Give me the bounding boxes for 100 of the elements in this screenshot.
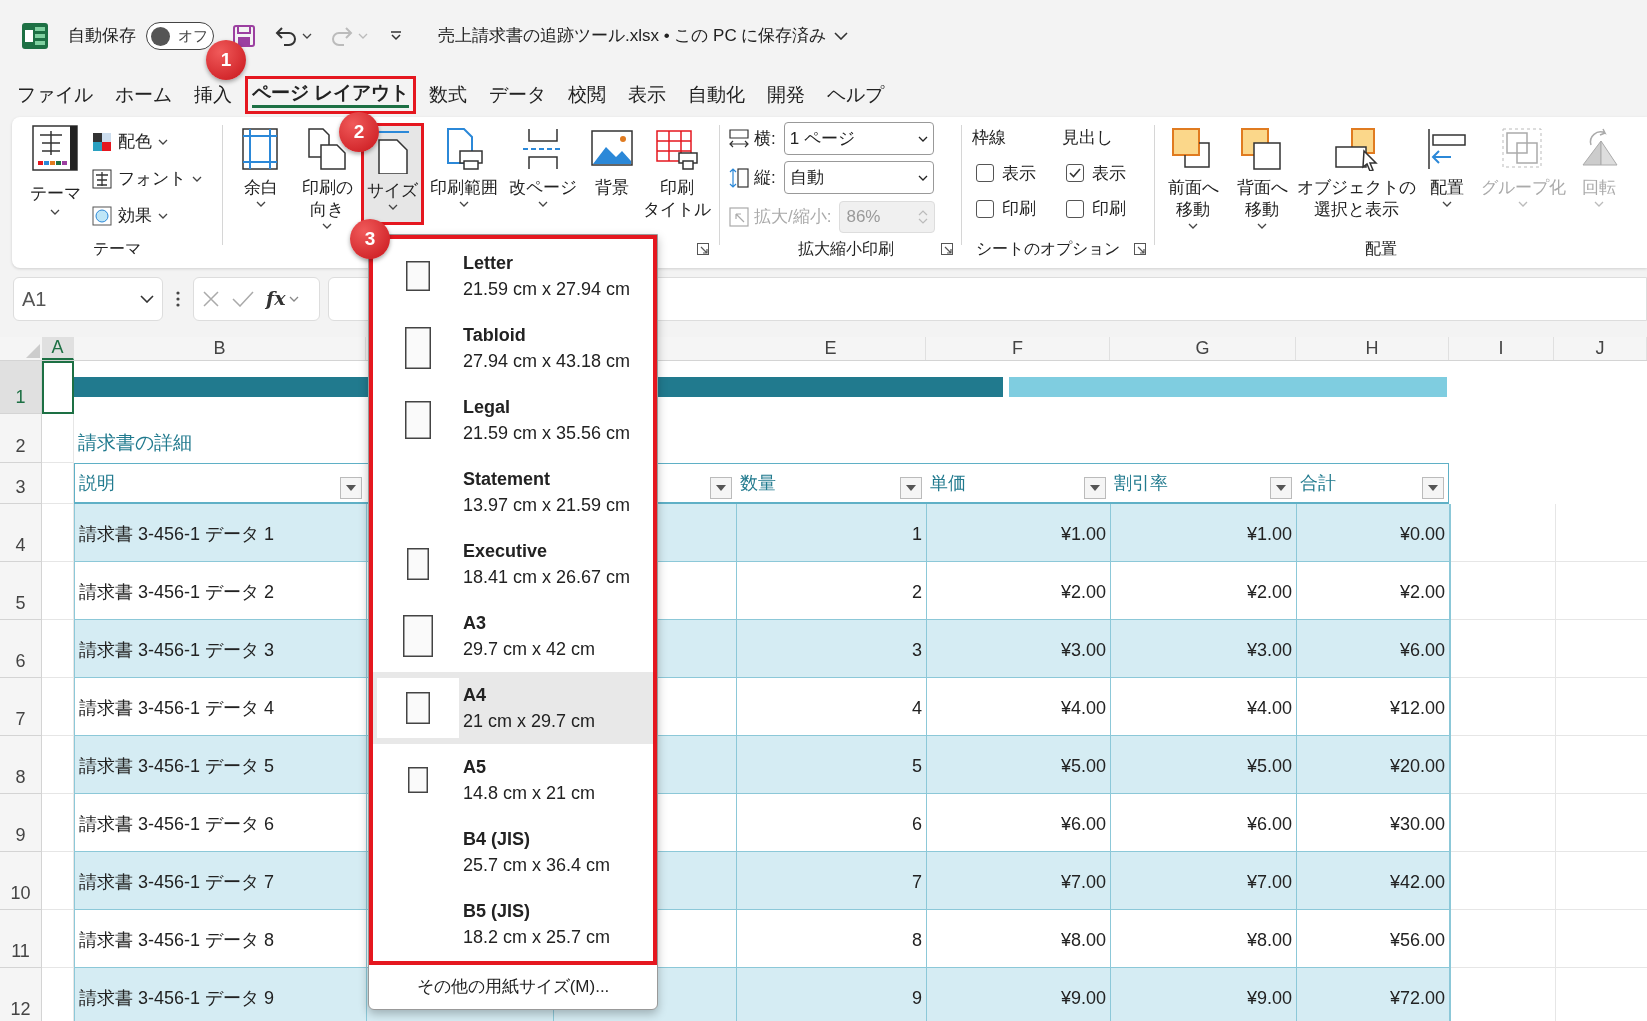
- table-cell-text: ¥7.00: [1246, 871, 1292, 894]
- cancel-button[interactable]: [202, 289, 220, 308]
- filter-button[interactable]: [1084, 477, 1106, 499]
- checkbox[interactable]: [976, 199, 994, 218]
- dialog-launcher-button[interactable]: [941, 243, 953, 255]
- paper-size-option[interactable]: B5 (JIS) 18.2 cm x 25.7 cm: [373, 888, 653, 960]
- caret-icon: [1428, 485, 1438, 491]
- table-cell-text: 請求書 3-456-1 データ 9: [79, 987, 275, 1010]
- page-setup-button[interactable]: 印刷 タイトル: [642, 123, 712, 225]
- caret-icon: [459, 201, 469, 207]
- ribbon-tab[interactable]: 挿入: [185, 82, 241, 107]
- page-icon: [405, 327, 431, 369]
- theme-option-button[interactable]: フォント: [92, 166, 202, 192]
- row-header[interactable]: 2: [0, 414, 42, 463]
- row-header[interactable]: 11: [0, 910, 42, 968]
- column-header[interactable]: F: [926, 337, 1110, 360]
- row-header[interactable]: 1: [0, 361, 42, 414]
- checkbox-label: 表示: [1002, 162, 1036, 185]
- page-setup-button[interactable]: 印刷範囲: [424, 123, 504, 225]
- enter-button[interactable]: [232, 290, 254, 307]
- row-header[interactable]: 6: [0, 620, 42, 678]
- paper-size-option[interactable]: Tabloid 27.94 cm x 43.18 cm: [373, 312, 653, 384]
- column-header[interactable]: I: [1449, 337, 1554, 360]
- paper-size-option[interactable]: A5 14.8 cm x 21 cm: [373, 744, 653, 816]
- customize-toolbar-button[interactable]: [390, 31, 402, 41]
- active-cell[interactable]: [42, 361, 74, 414]
- paper-size-option[interactable]: A3 29.7 cm x 42 cm: [373, 600, 653, 672]
- paper-size-option[interactable]: Executive 18.41 cm x 26.67 cm: [373, 528, 653, 600]
- table-cell-text: 請求書 3-456-1 データ 3: [79, 639, 275, 662]
- row-header[interactable]: 8: [0, 736, 42, 794]
- column-header[interactable]: H: [1296, 337, 1449, 360]
- paper-size-option[interactable]: Statement 13.97 cm x 21.59 cm: [373, 456, 653, 528]
- caret-icon: [906, 485, 916, 491]
- paper-size-option[interactable]: Legal 21.59 cm x 35.56 cm: [373, 384, 653, 456]
- column-header[interactable]: B: [74, 337, 366, 360]
- page-setup-button[interactable]: 改ページ: [504, 123, 582, 225]
- row-header[interactable]: 12: [0, 968, 42, 1021]
- page-icon: [406, 261, 430, 291]
- group-icon: [1501, 127, 1545, 171]
- arrange-button[interactable]: 背面へ 移動: [1227, 123, 1297, 227]
- field-label: 縦:: [754, 166, 776, 189]
- ribbon-tab[interactable]: 自動化: [679, 82, 755, 107]
- arrange-button[interactable]: 配置: [1415, 123, 1479, 227]
- ribbon-tab[interactable]: ページ レイアウト: [245, 75, 417, 114]
- column-heading: 説明: [79, 471, 115, 495]
- autosave-toggle[interactable]: オフ: [146, 22, 214, 50]
- redo-button[interactable]: [330, 24, 368, 48]
- paper-size-option[interactable]: A4 21 cm x 29.7 cm: [373, 672, 653, 744]
- page-setup-button[interactable]: 背景: [582, 123, 642, 225]
- field-label: 横:: [754, 127, 776, 150]
- table-cell-text: 請求書 3-456-1 データ 4: [79, 697, 275, 720]
- table-cell-text: ¥1.00: [1060, 523, 1106, 546]
- ribbon-tab[interactable]: ホーム: [106, 82, 181, 107]
- filter-button[interactable]: [710, 477, 732, 499]
- ribbon-tab[interactable]: ヘルプ: [818, 82, 894, 107]
- checkbox[interactable]: [976, 164, 994, 183]
- checkbox[interactable]: [1066, 199, 1084, 218]
- more-paper-sizes-button[interactable]: その他の用紙サイズ(M)...: [369, 965, 657, 1009]
- page-setup-button[interactable]: 余白: [229, 123, 293, 225]
- column-header[interactable]: E: [736, 337, 926, 360]
- ribbon-tab[interactable]: データ: [480, 82, 556, 107]
- filter-button[interactable]: [1422, 477, 1444, 499]
- dialog-launcher-button[interactable]: [1134, 243, 1146, 255]
- dialog-launcher-button[interactable]: [697, 243, 709, 255]
- name-box[interactable]: A1: [13, 276, 163, 321]
- dropdown-field[interactable]: 自動: [783, 161, 934, 194]
- table-cell-text: 5: [912, 755, 922, 778]
- arrange-button[interactable]: オブジェクトの 選択と表示: [1297, 123, 1415, 227]
- row-header[interactable]: 9: [0, 794, 42, 852]
- row-header[interactable]: 3: [0, 463, 42, 504]
- ribbon-tab[interactable]: 開発: [758, 82, 815, 107]
- insert-function-button[interactable]: fx: [266, 284, 299, 313]
- column-header[interactable]: G: [1110, 337, 1296, 360]
- row-header[interactable]: 5: [0, 562, 42, 620]
- dropdown-field[interactable]: 1 ページ: [783, 122, 934, 155]
- ribbon-tab[interactable]: ファイル: [8, 82, 102, 107]
- row-header[interactable]: 10: [0, 852, 42, 910]
- arrange-button[interactable]: 前面へ 移動: [1159, 123, 1227, 227]
- table-cell-text: ¥2.00: [1246, 581, 1292, 604]
- ribbon-tab[interactable]: 校閲: [559, 82, 616, 107]
- caret-icon: [538, 201, 548, 207]
- paper-size-option[interactable]: B4 (JIS) 25.7 cm x 36.4 cm: [373, 816, 653, 888]
- row-header[interactable]: 7: [0, 678, 42, 736]
- checkbox[interactable]: [1066, 164, 1084, 183]
- column-header[interactable]: A: [42, 337, 74, 360]
- row-header[interactable]: 4: [0, 504, 42, 562]
- column-header[interactable]: J: [1554, 337, 1647, 360]
- theme-option-button[interactable]: 配色: [92, 129, 202, 155]
- document-title[interactable]: 売上請求書の追跡ツール.xlsx • この PC に保存済み: [438, 23, 849, 49]
- empty-cell[interactable]: [42, 463, 74, 504]
- theme-button[interactable]: テーマ: [24, 125, 86, 225]
- filter-button[interactable]: [1270, 477, 1292, 499]
- empty-cell[interactable]: [42, 414, 74, 463]
- color-swatch-icon: [92, 132, 112, 152]
- ribbon-tab[interactable]: 数式: [420, 82, 477, 107]
- undo-button[interactable]: [274, 24, 312, 48]
- ribbon-tab[interactable]: 表示: [619, 82, 676, 107]
- theme-option-button[interactable]: 効果: [92, 203, 202, 229]
- filter-button[interactable]: [340, 477, 362, 499]
- filter-button[interactable]: [900, 477, 922, 499]
